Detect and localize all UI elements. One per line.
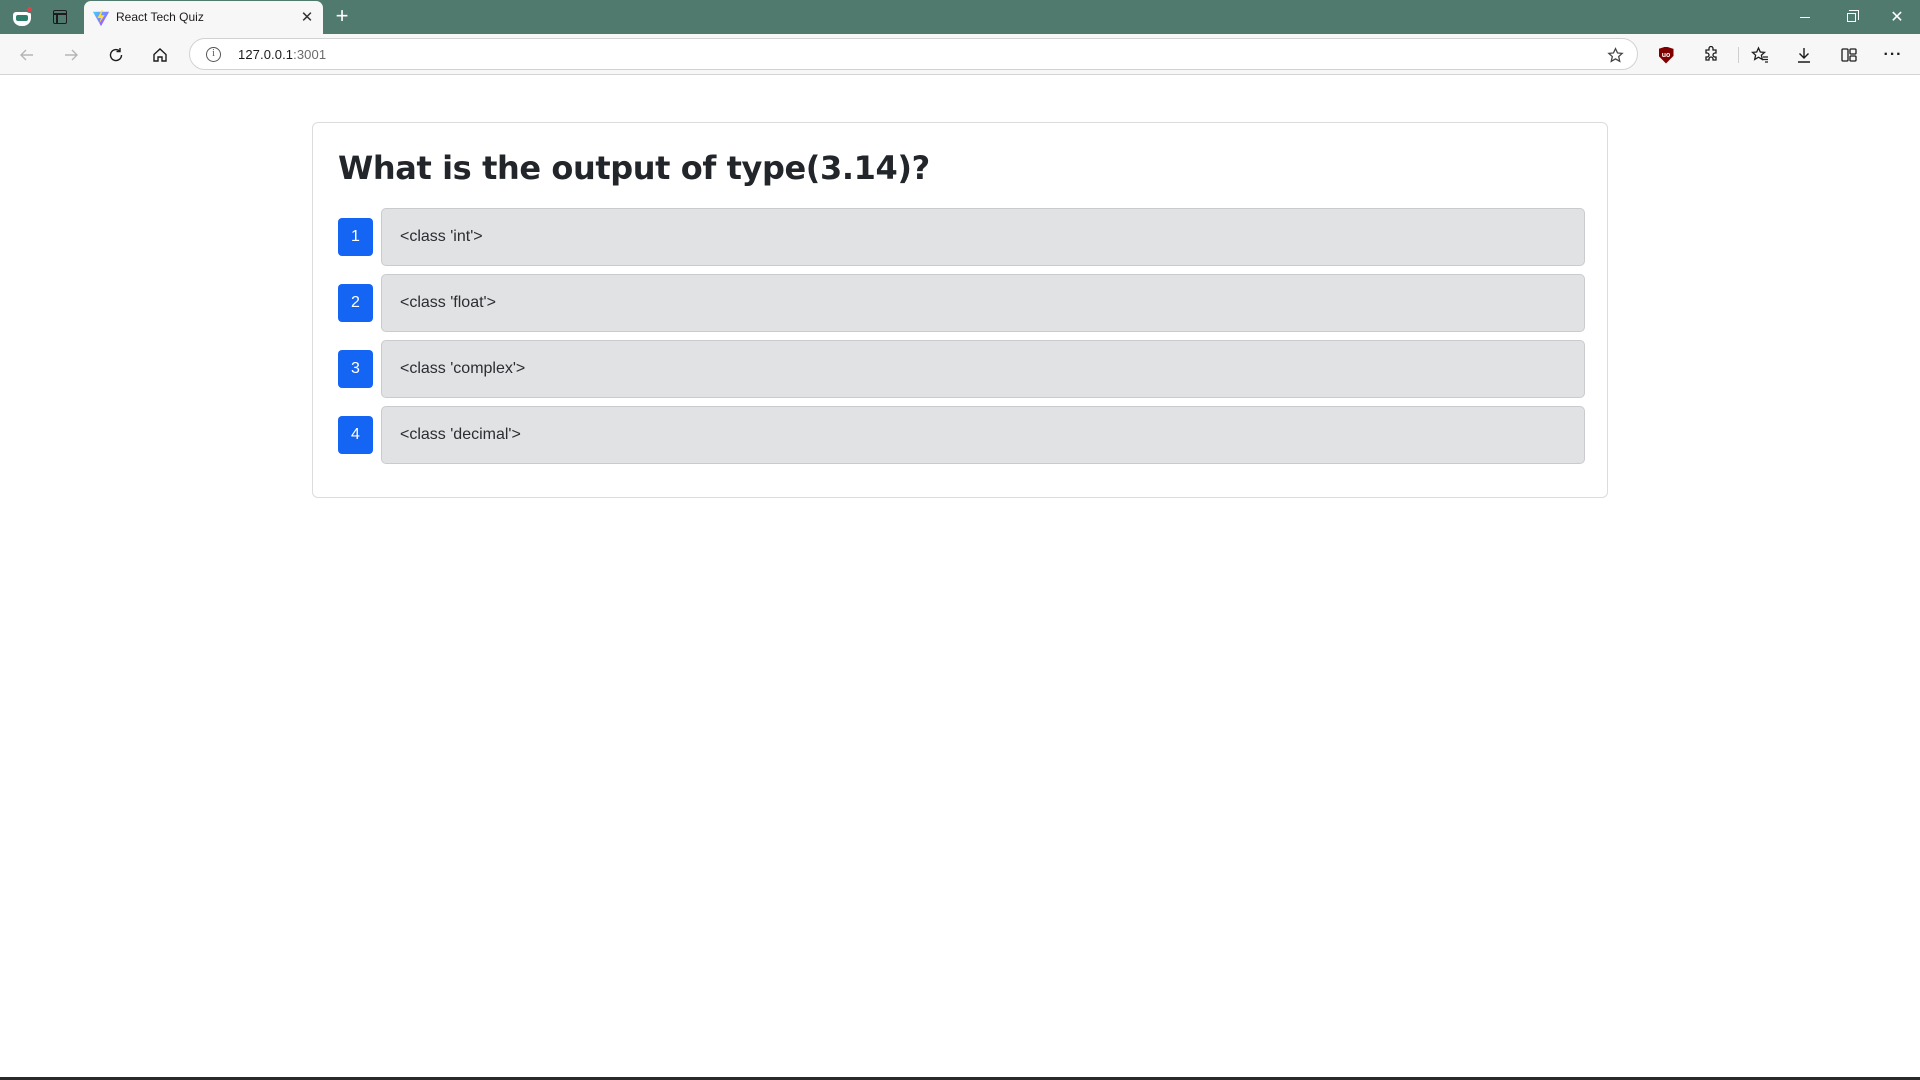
url-text[interactable]: 127.0.0.1:3001 <box>238 47 326 62</box>
restore-button[interactable] <box>1828 0 1874 34</box>
minimize-icon <box>1800 16 1810 18</box>
reload-button[interactable] <box>101 40 131 70</box>
option-row: 1 <class 'int'> <box>338 208 1609 266</box>
title-bar: React Tech Quiz ✕ + ✕ <box>0 0 1920 34</box>
option-label: <class 'int'> <box>400 228 483 245</box>
site-info-icon[interactable]: i <box>206 47 221 62</box>
favorites-icon[interactable] <box>1745 40 1775 70</box>
forward-button[interactable] <box>56 40 86 70</box>
profile-icon[interactable] <box>10 5 34 29</box>
option-row: 2 <class 'float'> <box>338 274 1609 332</box>
more-menu-icon[interactable]: ··· <box>1878 40 1908 70</box>
downloads-icon[interactable] <box>1789 40 1819 70</box>
question-title: What is the output of type(3.14)? <box>338 149 930 187</box>
option-number-badge: 3 <box>338 350 373 388</box>
option-button[interactable]: <class 'complex'> <box>381 340 1585 398</box>
close-tab-icon[interactable]: ✕ <box>297 7 317 27</box>
option-button[interactable]: <class 'float'> <box>381 274 1585 332</box>
option-number-badge: 1 <box>338 218 373 256</box>
option-label: <class 'float'> <box>400 294 496 311</box>
address-bar[interactable]: i 127.0.0.1:3001 <box>189 38 1638 70</box>
reload-icon <box>109 48 123 62</box>
home-icon <box>153 48 167 62</box>
restore-icon <box>1846 9 1859 22</box>
option-number-badge: 4 <box>338 416 373 454</box>
arrow-left-icon <box>20 49 33 61</box>
option-label: <class 'complex'> <box>400 360 526 377</box>
tab-react-tech-quiz[interactable]: React Tech Quiz ✕ <box>84 1 323 34</box>
home-button[interactable] <box>145 40 175 70</box>
new-tab-button[interactable]: + <box>330 5 354 29</box>
window-close-button[interactable]: ✕ <box>1874 0 1920 34</box>
arrow-right-icon <box>65 49 78 61</box>
collections-icon[interactable] <box>1834 40 1864 70</box>
option-button[interactable]: <class 'decimal'> <box>381 406 1585 464</box>
option-button[interactable]: <class 'int'> <box>381 208 1585 266</box>
tab-actions-icon[interactable] <box>48 5 72 29</box>
browser-toolbar: i 127.0.0.1:3001 uo ··· <box>0 34 1920 75</box>
favorite-star-icon[interactable] <box>1605 45 1625 65</box>
ublock-extension-icon[interactable]: uo <box>1651 40 1681 70</box>
quiz-card: What is the output of type(3.14)? 1 <cla… <box>312 122 1608 498</box>
page-content: What is the output of type(3.14)? 1 <cla… <box>0 75 1920 1080</box>
option-label: <class 'decimal'> <box>400 426 521 443</box>
tab-title: React Tech Quiz <box>116 10 204 24</box>
toolbar-separator <box>1738 47 1739 63</box>
vite-favicon-icon <box>92 9 110 27</box>
option-number-badge: 2 <box>338 284 373 322</box>
extensions-icon[interactable] <box>1696 40 1726 70</box>
minimize-button[interactable] <box>1782 0 1828 34</box>
option-row: 4 <class 'decimal'> <box>338 406 1609 464</box>
option-row: 3 <class 'complex'> <box>338 340 1609 398</box>
back-button[interactable] <box>12 40 42 70</box>
